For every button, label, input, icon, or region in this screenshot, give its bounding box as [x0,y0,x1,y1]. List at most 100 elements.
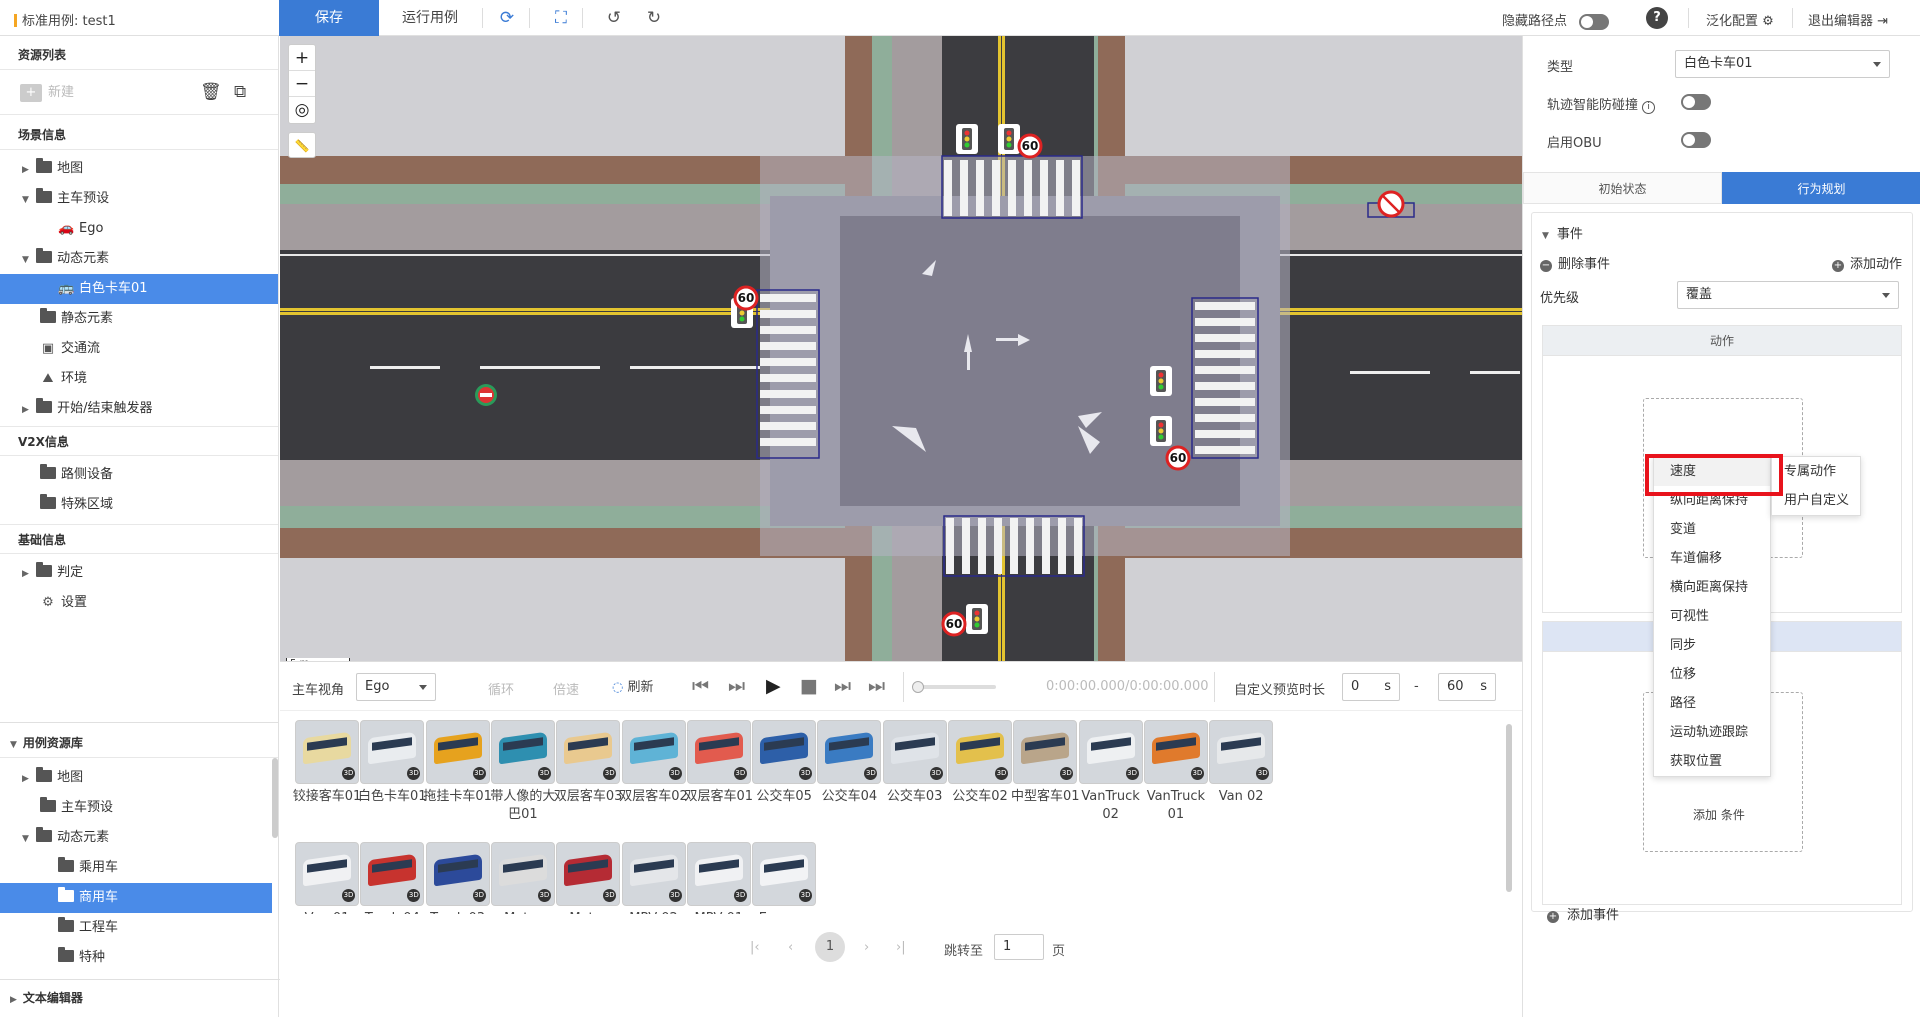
delete-icon[interactable]: 🗑 [200,82,222,102]
lib-item-map[interactable]: ▶ 地图 [0,763,278,793]
first-page-icon[interactable]: |‹ [750,940,760,955]
refresh-button[interactable]: ◌ 刷新 [612,676,654,695]
next-page-icon[interactable]: › [864,940,869,955]
vehicle-card[interactable]: 3D 公交车03 [880,720,950,806]
add-condition-button[interactable]: 添加 条件 [1693,806,1745,823]
menu-item-trajectory-follow[interactable]: 运动轨迹跟踪 [1654,718,1770,747]
vehicle-card[interactable]: 3D MPV 02 [619,842,689,914]
current-page[interactable]: 1 [815,932,845,962]
vehicle-card[interactable]: 3D Truck 03 [423,842,493,914]
vehicle-card[interactable]: 3D Truck 04 [357,842,427,914]
vehicle-card[interactable]: 3D Motor [553,842,623,914]
tree-item-judgement[interactable]: ▶ 判定 [0,558,278,588]
vehicle-card[interactable]: 3D 带人像的大巴01 [488,720,558,824]
help-icon[interactable]: ? [1646,7,1668,29]
last-page-icon[interactable]: ›| [896,940,906,955]
vehicle-card[interactable]: 3D 公交车05 [749,720,819,806]
vehicle-card[interactable]: 3D 铰接客车01 [292,720,362,806]
tree-item-traffic-flow[interactable]: ▣ 交通流 [0,334,278,364]
obu-toggle[interactable] [1681,132,1711,148]
save-button[interactable]: 保存 [279,0,379,36]
vehicle-card[interactable]: 3D 拖挂卡车01 [423,720,493,806]
locate-icon[interactable]: ◎ [289,97,315,123]
tab-initial-state[interactable]: 初始状态 [1523,172,1722,204]
text-editor-header[interactable]: ▶ 文本编辑器 [0,980,279,1017]
stop-icon[interactable]: ■ [800,674,818,698]
tree-item-special-zones[interactable]: 特殊区域 [0,490,278,520]
vehicle-card[interactable]: 3D 公交车04 [814,720,884,806]
step-back-icon[interactable]: ⏭ [728,674,745,698]
vehicle-card[interactable]: 3D 白色卡车01 [357,720,427,806]
jump-page-input[interactable]: 1 [994,934,1044,960]
tab-behavior-planning[interactable]: 行为规划 [1722,172,1920,204]
speed-button[interactable]: 倍速 [553,679,579,698]
vehicle-card[interactable]: 3D MPV 01 [684,842,754,914]
menu-item-sync[interactable]: 同步 [1654,631,1770,660]
vehicle-card[interactable]: 3D VanTruck 01 [1141,720,1211,824]
tree-item-settings[interactable]: ⚙ 设置 [0,588,278,618]
ruler-icon[interactable]: 📏 [288,132,316,158]
vehicle-card[interactable]: 3D 公交车02 [945,720,1015,806]
gallery-scrollbar[interactable] [1506,724,1512,892]
collision-avoid-toggle[interactable] [1681,94,1711,110]
tree-item-ego-preset[interactable]: ▼ 主车预设 [0,184,278,214]
menu-item-route[interactable]: 路径 [1654,689,1770,718]
preview-end-input[interactable]: 60 s [1438,673,1496,701]
new-button[interactable]: + 新建 [20,80,74,106]
menu-item-get-position[interactable]: 获取位置 [1654,747,1770,776]
loop-button[interactable]: 循环 [488,679,514,698]
tree-item-triggers[interactable]: ▶ 开始/结束触发器 [0,394,278,424]
skip-end-icon[interactable]: ⏭ [868,674,885,698]
slider-handle[interactable] [912,681,924,693]
menu-item-lane-offset[interactable]: 车道偏移 [1654,544,1770,573]
menu-item-exclusive-action[interactable]: 专属动作 [1772,457,1860,486]
generalize-config-button[interactable]: 泛化配置 ⚙ [1706,10,1774,29]
screenshot-icon[interactable]: ⛶ [550,7,572,29]
vehicle-card[interactable]: 3D VanTruck 02 [1076,720,1146,824]
scene-map-canvas[interactable]: 60 60 60 60 + − ◎ 📏 5 m [280,36,1522,661]
priority-select[interactable]: 覆盖 [1677,281,1899,309]
view-select[interactable]: Ego [356,673,436,701]
vehicle-card[interactable]: 3D Motor [488,842,558,914]
menu-item-lat-distance[interactable]: 横向距离保持 [1654,573,1770,602]
vehicle-card[interactable]: 3D 双层客车02 [619,720,689,806]
vehicle-card[interactable]: 3D Van 01 [292,842,362,914]
scrollbar[interactable] [272,758,278,838]
vehicle-card[interactable]: 3D 双层客车01 [684,720,754,806]
tree-item-dynamic-elements[interactable]: ▼ 动态元素 [0,244,278,274]
menu-item-teleport[interactable]: 位移 [1654,660,1770,689]
hide-waypoints-toggle[interactable]: 隐藏路径点 [1502,10,1610,30]
lib-item-dynamic[interactable]: ▼ 动态元素 [0,823,278,853]
zoom-out-button[interactable]: − [289,71,315,97]
vehicle-card[interactable]: 3D 双层客车03 [553,720,623,806]
tree-item-environment[interactable]: ⛰ 环境 [0,364,278,394]
event-header[interactable]: ▼ 事件 [1542,223,1583,242]
delete-event-button[interactable]: − 删除事件 [1540,253,1610,272]
type-select[interactable]: 白色卡车01 [1675,50,1890,78]
zoom-in-button[interactable]: + [289,45,315,71]
lib-item-special[interactable]: 特种 [0,943,278,973]
vehicle-card[interactable]: 3D Express [749,842,819,914]
vehicle-card[interactable]: 3D Van 02 [1206,720,1276,806]
lib-item-ego-preset[interactable]: 主车预设 [0,793,278,823]
prev-page-icon[interactable]: ‹ [788,940,793,955]
add-action-button[interactable]: + 添加动作 [1831,253,1902,272]
undo-icon[interactable]: ↺ [603,7,625,29]
menu-item-lane-change[interactable]: 变道 [1654,515,1770,544]
magnet-icon[interactable]: ⟳ [496,7,518,29]
timeline-slider[interactable] [912,681,996,693]
lib-item-passenger[interactable]: 乘用车 [0,853,278,883]
menu-item-user-defined[interactable]: 用户自定义 [1772,486,1860,515]
tree-item-white-truck-01[interactable]: 🚌 白色卡车01 [0,274,278,304]
skip-start-icon[interactable]: ⏮ [692,674,709,698]
exit-editor-button[interactable]: 退出编辑器 ⇥ [1808,10,1888,29]
play-icon[interactable]: ▶ [766,674,781,698]
redo-icon[interactable]: ↻ [643,7,665,29]
lib-item-engineering[interactable]: 工程车 [0,913,278,943]
case-library-header[interactable]: ▼ 用例资源库 [0,728,278,758]
copy-icon[interactable]: ⧉ [234,82,246,102]
vehicle-card[interactable]: 3D 中型客车01 [1010,720,1080,806]
tree-item-static-elements[interactable]: 静态元素 [0,304,278,334]
tree-item-ego[interactable]: 🚗 Ego [0,214,278,244]
lib-item-commercial[interactable]: 商用车 [0,883,272,913]
